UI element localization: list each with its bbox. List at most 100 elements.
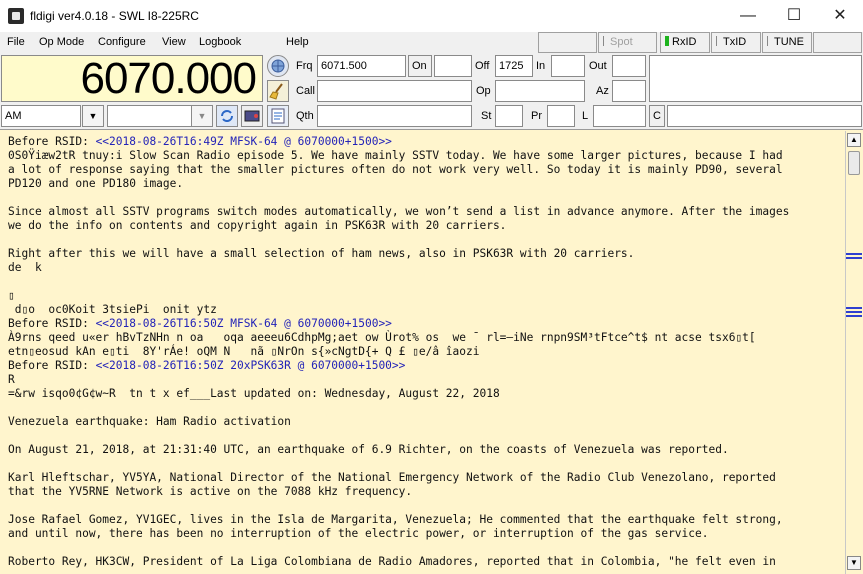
txid-label: TxID — [723, 36, 747, 48]
rx-line — [8, 499, 840, 513]
rx-line-text: Before RSID: — [8, 359, 96, 372]
rx-line — [8, 429, 840, 443]
scroll-down-arrow-icon[interactable]: ▼ — [847, 556, 861, 570]
rx-line-text: À9rns qeed u«er hBvTzNHn n oa oqa aeeeu6… — [8, 331, 756, 344]
rsid-link[interactable]: <<2018-08-26T16:50Z 20xPSK63R @ 6070000+… — [96, 359, 406, 372]
out-field[interactable] — [612, 55, 646, 77]
rx-line-text: de k — [8, 261, 42, 274]
search-qrz-button[interactable] — [267, 55, 289, 77]
rx-line-text: Karl Hleftschar, YV5YA, National Directo… — [8, 471, 776, 484]
txid-led-icon — [716, 36, 720, 46]
rx-line: R — [8, 373, 840, 387]
in-label: In — [536, 60, 546, 72]
rsid-link[interactable]: <<2018-08-26T16:50Z MFSK-64 @ 6070000+15… — [96, 317, 392, 330]
rx-line-text: Before RSID: — [8, 135, 96, 148]
mode-select[interactable]: AM — [1, 105, 81, 127]
rx-line: we do the info on contents and copyright… — [8, 219, 840, 233]
rxid-button[interactable]: RxID — [660, 32, 710, 53]
c-button[interactable]: C — [649, 105, 665, 127]
scroll-marker — [846, 253, 862, 255]
az-label: Az — [596, 85, 609, 97]
call-label: Call — [296, 85, 315, 97]
bandwidth-dropdown-button[interactable]: ▼ — [191, 105, 213, 127]
notes-field[interactable] — [649, 55, 862, 102]
on-button[interactable]: On — [408, 55, 432, 77]
radio-icon — [244, 110, 260, 122]
menu-help[interactable]: Help — [286, 36, 309, 48]
az-field[interactable] — [612, 80, 646, 102]
rx-line — [8, 401, 840, 415]
tune-label: TUNE — [774, 36, 804, 48]
tune-button[interactable]: TUNE — [762, 32, 812, 53]
bandwidth-select[interactable] — [107, 105, 195, 127]
frequency-display[interactable]: 6070.000 — [1, 55, 263, 102]
frequency-value: 6070.000 — [80, 54, 257, 103]
txid-button[interactable]: TxID — [711, 32, 761, 53]
rx-line: À9rns qeed u«er hBvTzNHn n oa oqa aeeeu6… — [8, 331, 840, 345]
rx-line: PD120 and one PD180 image. — [8, 177, 840, 191]
refresh-icon — [221, 110, 233, 122]
minimize-button[interactable]: — — [725, 0, 771, 32]
st-field[interactable] — [495, 105, 523, 127]
chevron-down-icon: ▼ — [197, 111, 207, 121]
scroll-marker — [846, 315, 862, 317]
menu-view[interactable]: View — [162, 36, 186, 48]
menu-configure[interactable]: Configure — [98, 36, 146, 48]
call-field[interactable] — [317, 80, 472, 102]
pr-label: Pr — [531, 110, 542, 122]
off-label: Off — [475, 60, 490, 72]
rx-line-text: 0S0Ÿiæw2tR tnuy:i Slow Scan Radio episod… — [8, 149, 783, 162]
scroll-marker — [846, 307, 862, 309]
clear-log-button[interactable] — [267, 80, 289, 102]
frq-field[interactable]: 6071.500 — [317, 55, 406, 77]
refresh-button[interactable] — [216, 105, 238, 127]
rx-line: On August 21, 2018, at 21:31:40 UTC, an … — [8, 443, 840, 457]
spot-button[interactable]: Spot — [598, 32, 657, 53]
op-label: Op — [476, 85, 491, 97]
op-field[interactable] — [495, 80, 585, 102]
rx-line-text: that the YV5RNE Network is active on the… — [8, 485, 413, 498]
blank-toggle-button[interactable] — [538, 32, 597, 53]
rx-line: de k — [8, 261, 840, 275]
st-label: St — [481, 110, 492, 122]
scroll-up-arrow-icon[interactable]: ▲ — [847, 133, 861, 147]
rsid-link[interactable]: <<2018-08-26T16:49Z MFSK-64 @ 6070000+15… — [96, 135, 392, 148]
rx-line-text: Roberto Rey, HK3CW, President of La Liga… — [8, 555, 776, 568]
rxid-label: RxID — [672, 36, 697, 48]
rx-line: Before RSID: <<2018-08-26T16:49Z MFSK-64… — [8, 135, 840, 149]
scrollbar-thumb[interactable] — [848, 151, 860, 175]
rx-line — [8, 541, 840, 555]
in-field[interactable] — [551, 55, 585, 77]
rx-text[interactable]: Before RSID: <<2018-08-26T16:49Z MFSK-64… — [8, 135, 840, 571]
rx-line: =&rw isqo0¢G¢w~R tn t x ef___Last update… — [8, 387, 840, 401]
comment-field[interactable] — [667, 105, 862, 127]
save-log-button[interactable] — [267, 105, 289, 127]
rx-line-text: ▯ — [8, 289, 15, 302]
spot-label: Spot — [610, 36, 633, 48]
rx-line-text: we do the info on contents and copyright… — [8, 219, 507, 232]
blank-right-button[interactable] — [813, 32, 862, 53]
rig-control-button[interactable] — [241, 105, 263, 127]
maximize-button[interactable]: ☐ — [771, 0, 817, 32]
off-field[interactable]: 1725 — [495, 55, 533, 77]
log-entry-icon — [271, 108, 285, 124]
menu-logbook[interactable]: Logbook — [199, 36, 241, 48]
menu-file[interactable]: File — [7, 36, 25, 48]
rx-line-text: On August 21, 2018, at 21:31:40 UTC, an … — [8, 443, 729, 456]
rx-line: Before RSID: <<2018-08-26T16:50Z 20xPSK6… — [8, 359, 840, 373]
rx-scrollbar[interactable]: ▲ ▼ — [845, 131, 862, 574]
menu-op-mode[interactable]: Op Mode — [39, 36, 84, 48]
on-field[interactable] — [434, 55, 472, 77]
pr-field[interactable] — [547, 105, 575, 127]
qth-field[interactable] — [317, 105, 472, 127]
rx-text-panel[interactable]: Before RSID: <<2018-08-26T16:49Z MFSK-64… — [0, 129, 863, 574]
mode-dropdown-button[interactable]: ▼ — [82, 105, 104, 127]
rx-line: ▯ — [8, 289, 840, 303]
rx-line-text: and until now, there has been no interru… — [8, 527, 709, 540]
rx-line-text: Before RSID: — [8, 317, 96, 330]
rx-line: Since almost all SSTV programs switch mo… — [8, 205, 840, 219]
rx-line: Venezuela earthquake: Ham Radio activati… — [8, 415, 840, 429]
close-button[interactable]: ✕ — [817, 0, 863, 32]
locator-field[interactable] — [593, 105, 646, 127]
l-label: L — [582, 110, 589, 122]
